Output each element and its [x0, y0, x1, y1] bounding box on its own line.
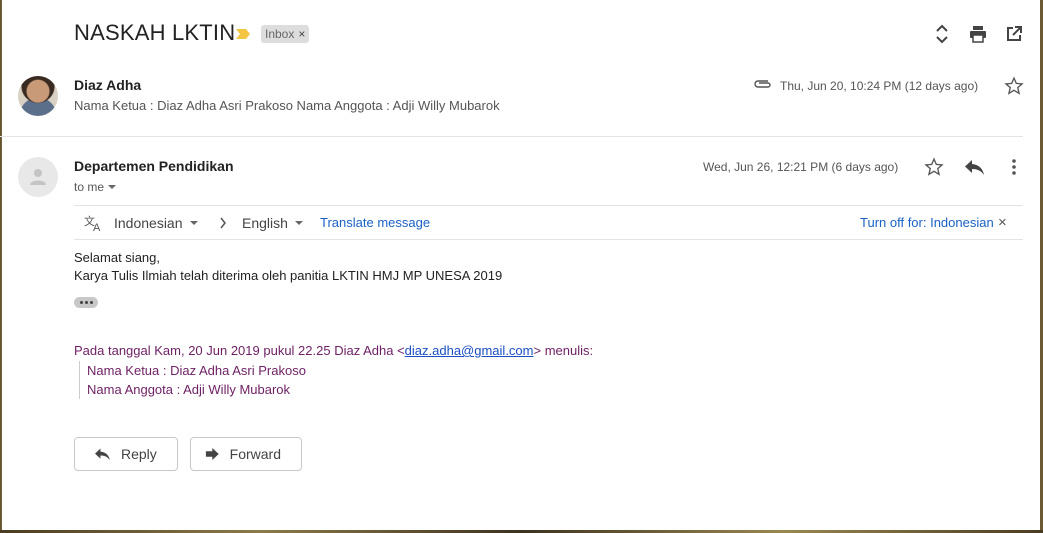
- quote-header: Pada tanggal Kam, 20 Jun 2019 pukul 22.2…: [74, 343, 593, 358]
- reply-icon[interactable]: [963, 158, 985, 176]
- message-divider: [0, 136, 1023, 137]
- recipient-label: to me: [74, 180, 105, 194]
- translate-icon: 文A: [84, 206, 104, 239]
- inbox-label-chip: Inbox ×: [261, 25, 310, 43]
- inbox-label-text: Inbox: [265, 27, 295, 41]
- star-icon[interactable]: [924, 157, 944, 177]
- translate-bar: 文A Indonesian English Translate message …: [74, 205, 1023, 240]
- forward-icon: [205, 448, 219, 460]
- sender-name[interactable]: Departemen Pendidikan: [74, 158, 234, 174]
- body-text: Karya Tulis Ilmiah telah diterima oleh p…: [74, 268, 503, 283]
- open-in-new-window-icon[interactable]: [1002, 22, 1026, 46]
- show-trimmed-content-button[interactable]: [74, 297, 98, 308]
- target-language-select[interactable]: English: [242, 206, 303, 239]
- chevron-down-icon: [108, 185, 117, 189]
- message-snippet[interactable]: Nama Ketua : Diaz Adha Asri Prakoso Nama…: [74, 98, 500, 113]
- star-icon[interactable]: [1004, 76, 1024, 96]
- forward-button[interactable]: Forward: [190, 437, 302, 471]
- quote-email-link[interactable]: diaz.adha@gmail.com: [405, 343, 534, 358]
- recipient-details-toggle[interactable]: to me: [74, 180, 117, 194]
- print-icon[interactable]: [966, 22, 990, 46]
- forward-button-label: Forward: [229, 446, 281, 462]
- person-icon: [30, 169, 46, 185]
- reply-button-label: Reply: [121, 446, 157, 462]
- message-date: Wed, Jun 26, 12:21 PM (6 days ago): [703, 160, 899, 174]
- chevron-down-icon: [189, 220, 198, 225]
- more-vert-icon[interactable]: [1008, 158, 1020, 176]
- quoted-line: Nama Anggota : Adji Willy Mubarok: [87, 382, 291, 397]
- source-language-select[interactable]: Indonesian: [114, 206, 198, 239]
- sender-avatar: [18, 76, 58, 116]
- quoted-text-block: Nama Ketua : Diaz Adha Asri Prakoso Nama…: [79, 361, 306, 399]
- translate-message-link[interactable]: Translate message: [320, 215, 430, 230]
- sender-avatar-default: [18, 157, 58, 197]
- reply-icon: [95, 448, 110, 461]
- importance-marker-icon[interactable]: [235, 28, 251, 40]
- turn-off-translation-link[interactable]: Turn off for: Indonesian: [860, 215, 994, 230]
- target-language-label: English: [242, 214, 288, 231]
- paperclip-icon: [754, 80, 771, 88]
- quote-header-prefix: Pada tanggal Kam, 20 Jun 2019 pukul 22.2…: [74, 343, 405, 358]
- expand-collapse-icon[interactable]: [930, 22, 954, 46]
- reply-button[interactable]: Reply: [74, 437, 178, 471]
- message-date: Thu, Jun 20, 10:24 PM (12 days ago): [780, 79, 979, 93]
- chevron-right-icon: [219, 206, 227, 239]
- remove-label-icon[interactable]: ×: [298, 27, 305, 41]
- body-greeting: Selamat siang,: [74, 250, 160, 265]
- chevron-down-icon: [294, 220, 303, 225]
- quoted-line: Nama Ketua : Diaz Adha Asri Prakoso: [87, 363, 306, 378]
- svg-text:A: A: [93, 222, 101, 232]
- quote-header-suffix: > menulis:: [533, 343, 594, 358]
- source-language-label: Indonesian: [114, 214, 183, 231]
- close-translate-bar-icon[interactable]: ×: [998, 206, 1007, 239]
- sender-name[interactable]: Diaz Adha: [74, 77, 141, 93]
- email-subject: NASKAH LKTIN: [74, 20, 236, 45]
